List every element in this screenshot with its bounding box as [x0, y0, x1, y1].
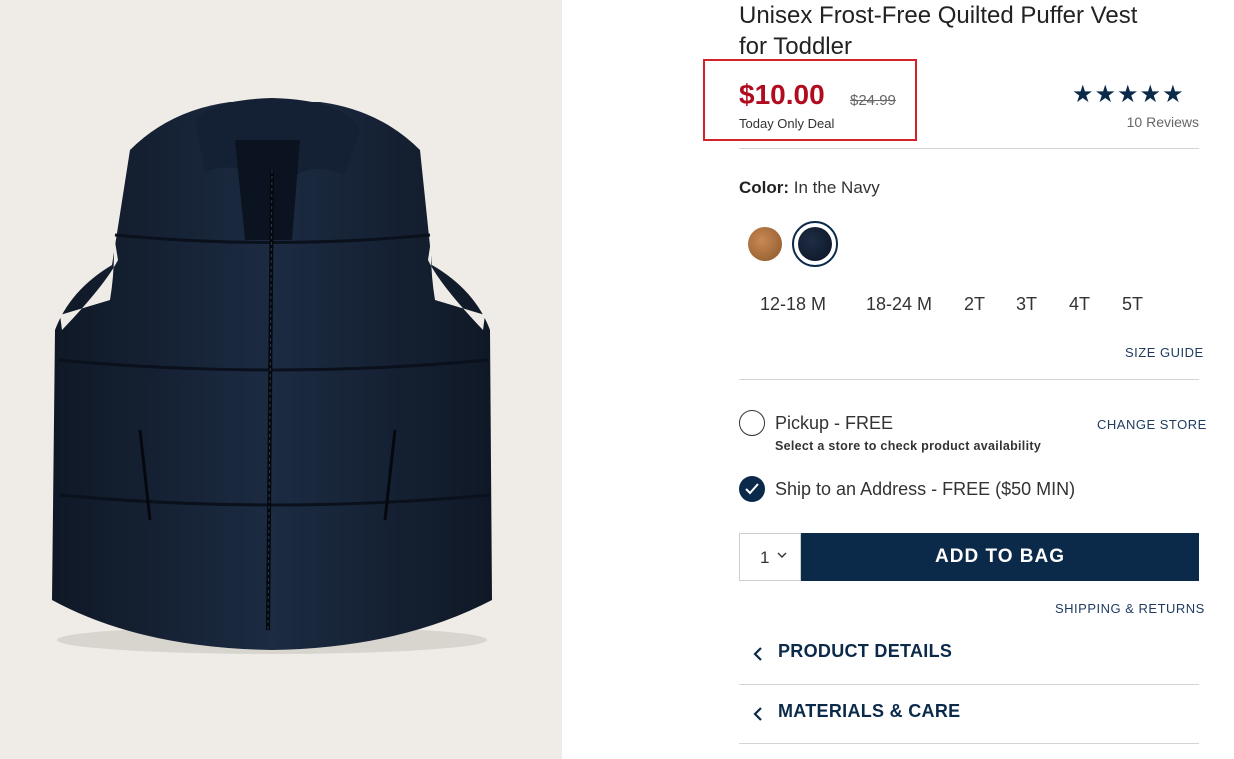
color-selection: Color: In the Navy	[739, 178, 880, 198]
star-rating-icon[interactable]: ★★★★★	[1072, 80, 1185, 109]
product-image	[0, 0, 562, 759]
size-option[interactable]: 3T	[1016, 294, 1037, 315]
color-swatch-navy-fill	[798, 227, 832, 261]
accordion-product-details[interactable]: PRODUCT DETAILS	[739, 624, 1199, 684]
product-title-line2: for Toddler	[739, 33, 852, 60]
size-option[interactable]: 2T	[964, 294, 985, 315]
divider	[739, 743, 1199, 744]
product-title-line1: Unisex Frost-Free Quilted Puffer Vest	[739, 2, 1138, 29]
ship-label: Ship to an Address - FREE ($50 MIN)	[775, 479, 1076, 499]
size-option[interactable]: 18-24 M	[866, 294, 932, 315]
pickup-label: Pickup - FREE	[775, 413, 894, 433]
quantity-value: 1	[760, 548, 770, 567]
size-guide-link[interactable]: SIZE GUIDE	[1125, 345, 1204, 360]
checkmark-icon	[745, 483, 759, 495]
accordion-label: MATERIALS & CARE	[778, 701, 961, 721]
deal-label: Today Only Deal	[739, 116, 835, 131]
chevron-left-icon	[753, 647, 762, 661]
change-store-link[interactable]: CHANGE STORE	[1097, 417, 1207, 432]
size-option[interactable]: 12-18 M	[760, 294, 826, 315]
size-option[interactable]: 4T	[1069, 294, 1090, 315]
chevron-left-icon	[753, 707, 762, 721]
sale-price: $10.00	[739, 79, 825, 110]
divider	[739, 148, 1199, 149]
chevron-down-icon	[777, 552, 787, 558]
size-option[interactable]: 5T	[1122, 294, 1143, 315]
add-to-bag-button[interactable]: ADD TO BAG	[801, 533, 1199, 581]
accordion-label: PRODUCT DETAILS	[778, 641, 953, 661]
shipping-returns-link[interactable]: SHIPPING & RETURNS	[1055, 601, 1205, 616]
divider	[739, 379, 1199, 380]
original-price: $24.99	[850, 92, 896, 109]
product-title: Unisex Frost-Free Quilted Puffer Vest fo…	[739, 0, 1209, 62]
color-swatch-navy[interactable]	[792, 221, 838, 267]
color-value: In the Navy	[793, 178, 880, 197]
color-label: Color:	[739, 178, 790, 197]
accordion-materials-care[interactable]: MATERIALS & CARE	[739, 684, 1199, 744]
pickup-radio[interactable]	[739, 410, 765, 436]
color-swatch-brown[interactable]	[748, 227, 782, 261]
reviews-link[interactable]: 10 Reviews	[1080, 114, 1199, 130]
ship-radio-checked[interactable]	[739, 476, 765, 502]
quantity-select[interactable]: 1	[739, 533, 801, 581]
pickup-subtext: Select a store to check product availabi…	[775, 439, 1042, 453]
